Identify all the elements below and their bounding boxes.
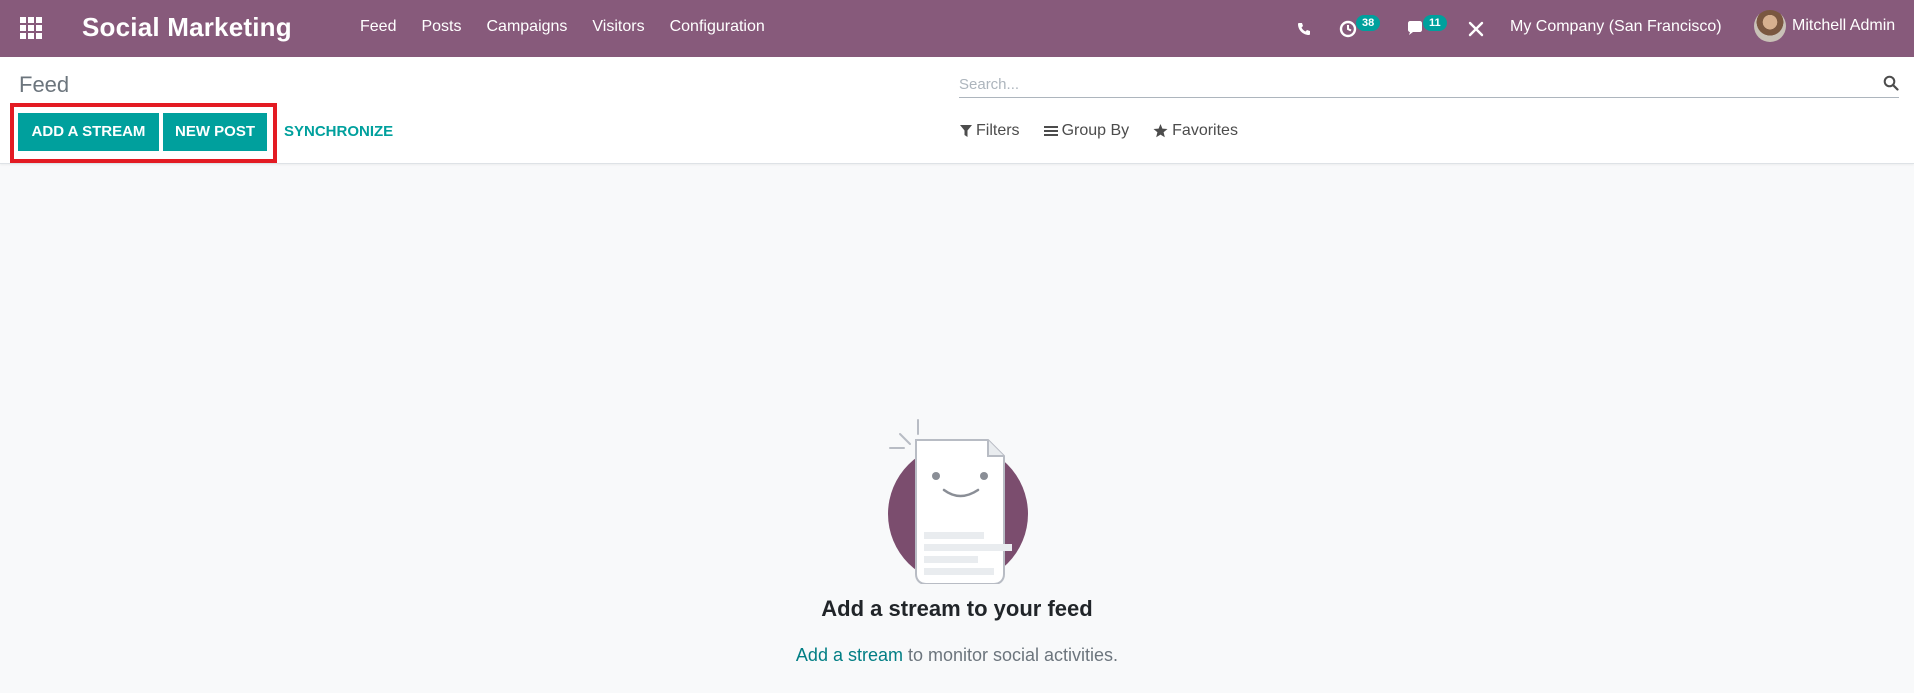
filters-label: Filters	[976, 122, 1020, 139]
apps-menu-icon[interactable]	[20, 17, 42, 39]
empty-feed-illustration	[888, 419, 1028, 584]
empty-state-rest-text: to monitor social activities.	[902, 645, 1119, 665]
synchronize-button[interactable]: SYNCHRONIZE	[284, 113, 393, 151]
menu-item-configuration[interactable]: Configuration	[670, 18, 765, 36]
messages-count-badge: 11	[1423, 15, 1447, 31]
star-icon	[1153, 124, 1168, 138]
company-switcher[interactable]: My Company (San Francisco)	[1510, 18, 1722, 36]
empty-state-description: Add a stream to monitor social activitie…	[0, 645, 1914, 666]
search-bar	[959, 71, 1899, 98]
menu-item-feed[interactable]: Feed	[360, 18, 396, 36]
debug-tools-icon[interactable]	[1468, 0, 1484, 57]
group-by-dropdown[interactable]: Group By	[1043, 122, 1130, 140]
user-menu[interactable]: Mitchell Admin	[1754, 10, 1895, 42]
add-stream-button[interactable]: ADD A STREAM	[18, 113, 159, 151]
breadcrumb: Feed	[19, 72, 70, 97]
add-stream-link[interactable]: Add a stream	[796, 645, 903, 665]
group-by-label: Group By	[1061, 122, 1130, 139]
favorites-label: Favorites	[1172, 122, 1238, 139]
search-input[interactable]	[959, 71, 1859, 97]
messages-icon[interactable]: 11	[1406, 0, 1447, 57]
menu-item-posts[interactable]: Posts	[421, 18, 461, 36]
activity-icon[interactable]: 38	[1339, 0, 1381, 57]
favorites-dropdown[interactable]: Favorites	[1153, 122, 1238, 140]
filters-dropdown[interactable]: Filters	[960, 122, 1020, 140]
new-post-button[interactable]: NEW POST	[163, 113, 267, 151]
top-navbar: Social Marketing Feed Posts Campaigns Vi…	[0, 0, 1914, 57]
filter-icon	[960, 125, 972, 137]
search-options: Filters Group By Favorites	[960, 122, 1262, 140]
search-icon[interactable]	[1883, 75, 1899, 96]
main-menu: Feed Posts Campaigns Visitors Configurat…	[360, 18, 790, 36]
phone-icon[interactable]	[1296, 0, 1312, 57]
empty-state-title: Add a stream to your feed	[821, 596, 1093, 621]
activity-count-badge: 38	[1356, 15, 1381, 31]
app-title: Social Marketing	[82, 12, 292, 42]
user-name: Mitchell Admin	[1792, 17, 1896, 34]
menu-item-campaigns[interactable]: Campaigns	[486, 18, 567, 36]
menu-item-visitors[interactable]: Visitors	[592, 18, 644, 36]
avatar	[1754, 10, 1786, 42]
list-icon	[1043, 126, 1058, 136]
